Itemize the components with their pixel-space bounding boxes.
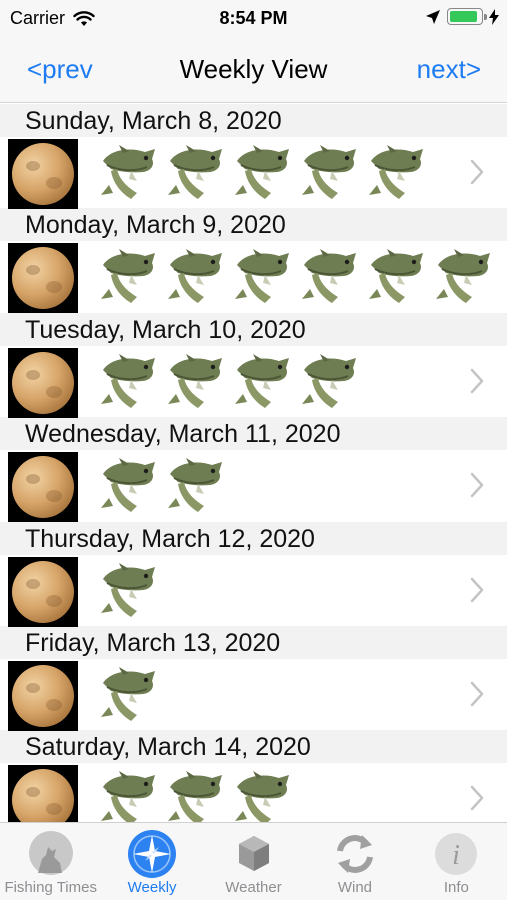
chevron-right-icon xyxy=(470,159,484,185)
battery-icon xyxy=(447,8,487,25)
day-header: Friday, March 13, 2020 xyxy=(0,625,507,659)
fish-rating xyxy=(97,141,426,205)
day-header: Thursday, March 12, 2020 xyxy=(0,521,507,555)
bass-fish-icon xyxy=(97,663,158,727)
weekly-view-screen: Carrier 8:54 PM <prev Weekly View next> xyxy=(0,0,507,900)
fish-rating xyxy=(97,454,225,518)
chevron-right-icon xyxy=(470,368,484,394)
battery-cap xyxy=(484,14,487,20)
bass-fish-icon xyxy=(164,767,225,822)
chevron-right-icon xyxy=(470,786,484,811)
navigation-bar: <prev Weekly View next> xyxy=(0,36,507,103)
day-section: Wednesday, March 11, 2020 xyxy=(0,417,507,523)
location-arrow-icon xyxy=(426,9,440,24)
full-moon-icon xyxy=(12,247,74,310)
fish-rating xyxy=(97,559,158,623)
full-moon-icon xyxy=(12,351,74,414)
bass-fish-icon xyxy=(231,350,292,414)
bass-fish-icon xyxy=(97,141,158,205)
tab-label: Info xyxy=(443,879,469,896)
status-bar: Carrier 8:54 PM xyxy=(0,0,507,36)
moon-phase-icon xyxy=(8,556,78,627)
full-moon-icon xyxy=(12,664,74,727)
day-section: Tuesday, March 10, 2020 xyxy=(0,312,507,418)
tab-label: Weather xyxy=(225,879,282,896)
fish-rating xyxy=(97,245,493,309)
moon-phase-icon xyxy=(8,765,78,822)
tab-weekly[interactable]: Weekly xyxy=(101,823,202,900)
bass-fish-icon xyxy=(231,245,292,309)
bass-fish-icon xyxy=(164,350,225,414)
day-row[interactable] xyxy=(0,763,507,822)
weather-icon xyxy=(238,836,269,871)
svg-text:i: i xyxy=(452,840,460,871)
bass-fish-icon xyxy=(97,350,158,414)
day-header: Monday, March 9, 2020 xyxy=(0,208,507,242)
moon-phase-icon xyxy=(8,139,78,209)
day-row[interactable] xyxy=(0,554,507,627)
bass-fish-icon xyxy=(298,350,359,414)
info-icon: i xyxy=(435,833,478,875)
tab-weather[interactable]: Weather xyxy=(203,823,304,900)
day-header: Sunday, March 8, 2020 xyxy=(0,104,507,137)
charging-bolt-icon xyxy=(489,8,499,25)
bass-fish-icon xyxy=(97,245,158,309)
day-header: Wednesday, March 11, 2020 xyxy=(0,417,507,451)
day-row[interactable] xyxy=(0,241,507,314)
full-moon-icon xyxy=(12,769,74,822)
day-header: Saturday, March 14, 2020 xyxy=(0,730,507,764)
bass-fish-icon xyxy=(298,141,359,205)
bass-fish-icon xyxy=(97,767,158,822)
tab-label: Fishing Times xyxy=(4,879,97,896)
tab-fishing-times[interactable]: Fishing Times xyxy=(0,823,101,900)
fish-rating xyxy=(97,663,158,727)
day-row[interactable] xyxy=(0,345,507,418)
bass-fish-icon xyxy=(365,141,426,205)
compass-icon xyxy=(128,830,177,878)
moon-phase-icon xyxy=(8,243,78,314)
bass-fish-icon xyxy=(164,454,225,518)
day-section: Sunday, March 8, 2020 xyxy=(0,104,507,209)
day-section: Thursday, March 12, 2020 xyxy=(0,521,507,627)
tab-info[interactable]: i Info xyxy=(406,823,507,900)
wind-arrows-icon xyxy=(336,835,373,873)
battery-fill xyxy=(450,11,477,22)
bass-fish-icon xyxy=(97,559,158,623)
bass-fish-icon xyxy=(164,141,225,205)
bass-fish-icon xyxy=(298,245,359,309)
fish-rating xyxy=(97,767,292,822)
day-list[interactable]: Sunday, March 8, 2020 Monday, March 9, 2… xyxy=(0,104,507,822)
day-section: Friday, March 13, 2020 xyxy=(0,625,507,731)
bass-fish-icon xyxy=(365,245,426,309)
bass-fish-icon xyxy=(231,141,292,205)
chevron-right-icon xyxy=(470,472,484,498)
bass-fish-icon xyxy=(97,454,158,518)
chevron-right-icon xyxy=(470,681,484,707)
moon-wolf-icon xyxy=(28,831,73,875)
next-week-button[interactable]: next> xyxy=(417,54,481,85)
full-moon-icon xyxy=(12,143,74,205)
day-row[interactable] xyxy=(0,658,507,731)
chevron-right-icon xyxy=(470,577,484,602)
moon-phase-icon xyxy=(8,347,78,418)
moon-phase-icon xyxy=(8,452,78,523)
day-section: Saturday, March 14, 2020 xyxy=(0,730,507,822)
bass-fish-icon xyxy=(432,245,493,309)
day-row[interactable] xyxy=(0,450,507,523)
tab-wind[interactable]: Wind xyxy=(304,823,405,900)
tab-label: Wind xyxy=(337,879,373,896)
day-header: Tuesday, March 10, 2020 xyxy=(0,312,507,346)
moon-phase-icon xyxy=(8,660,78,731)
fish-rating xyxy=(97,350,359,414)
bass-fish-icon xyxy=(231,767,292,822)
full-moon-icon xyxy=(12,560,74,623)
status-right xyxy=(425,8,499,25)
day-row[interactable] xyxy=(0,137,507,209)
tab-bar: Fishing Times Weekly Weather Wind i Info xyxy=(0,822,507,900)
bass-fish-icon xyxy=(164,245,225,309)
tab-label: Weekly xyxy=(127,879,177,896)
day-section: Monday, March 9, 2020 xyxy=(0,208,507,314)
full-moon-icon xyxy=(12,456,74,519)
